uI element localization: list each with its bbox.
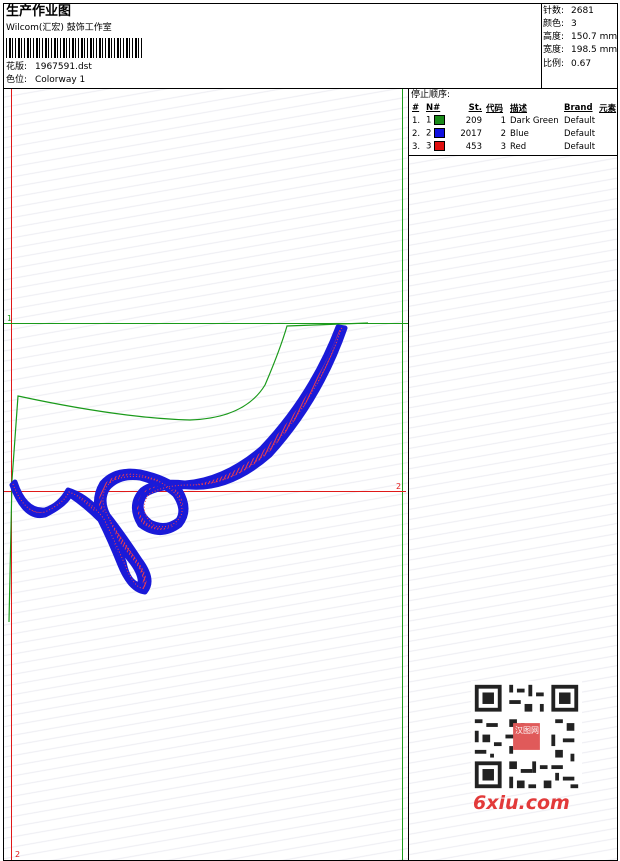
marker-2-bottom: 2: [15, 850, 20, 859]
satin-stitch-body: [9, 324, 348, 595]
green-outline: [8, 322, 369, 623]
marker-2-right: 2: [396, 482, 401, 491]
marker-1: 1: [7, 314, 12, 323]
qr-code: [471, 681, 582, 792]
satin-stitch-overlay: [12, 326, 343, 589]
watermark-logo: 6xiu.com: [473, 792, 570, 814]
qr-seal-text: 汉图网: [515, 726, 539, 735]
